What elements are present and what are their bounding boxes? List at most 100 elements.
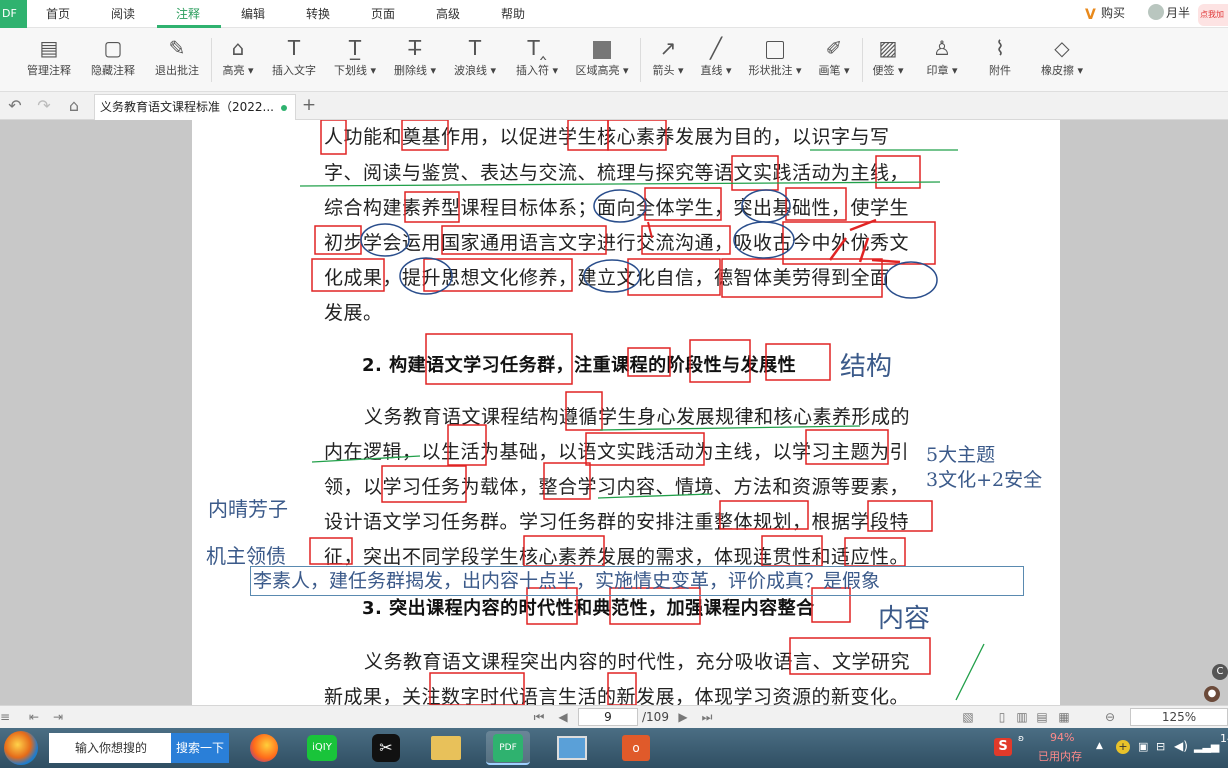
home-icon[interactable]: ⌂ [64,96,84,116]
promo-badge[interactable]: 点我加 [1198,4,1228,26]
next-view-icon[interactable]: ⇥ [50,709,66,725]
tool-wavy-line[interactable]: T 波浪线 ▾ [450,34,500,86]
tool-strikethrough[interactable]: T̶ 删除线 ▾ [390,34,440,86]
note-left-1[interactable]: 内晴芳子 [208,493,288,522]
menu-edit[interactable]: 编辑 [233,0,273,28]
text-line: 字、阅读与鉴赏、表达与交流、梳理与探究等语文实践活动为主线， [324,162,910,184]
zoom-level[interactable]: 125% [1130,708,1228,726]
undo-icon[interactable]: ↶ [5,96,25,116]
prev-view-icon[interactable]: ⇤ [26,709,42,725]
menu-convert[interactable]: 转换 [298,0,338,28]
menu-annotate[interactable]: 注释 [167,0,209,28]
double-page-icon[interactable]: ▥ [1014,709,1030,725]
unsaved-dot-icon [281,105,287,111]
sogou-ime-icon[interactable]: S [994,738,1012,756]
tool-underline[interactable]: T̲ 下划线 ▾ [330,34,380,86]
system-tray: S ʚ 94% 已用内存 ▲ + ▣ ⊟ ◀) ▂▃▅ 14 [990,728,1228,768]
tool-area-highlight[interactable]: 区域高亮 ▾ [572,34,632,86]
tray-device-icon[interactable]: ▣ [1138,740,1148,753]
photo-viewer-icon[interactable] [550,731,594,765]
menu-read[interactable]: 阅读 [103,0,143,28]
presentation-app-icon[interactable]: o [614,731,658,765]
tool-sticky-note[interactable]: ▨ 便签 ▾ [868,34,908,86]
section-heading: 2. 构建语文学习任务群，注重课程的阶段性与发展性 [362,355,797,376]
start-button[interactable] [4,731,38,765]
note-culture-safety[interactable]: 3文化+2安全 [926,465,1042,492]
note-left-2[interactable]: 机主领债 [206,540,286,569]
shape-icon [744,34,806,62]
ime-mode-icon[interactable]: ʚ [1018,734,1024,744]
side-tool-icon[interactable]: ● [1204,686,1220,702]
tool-attachment[interactable]: ⌇ 附件 [980,34,1020,86]
tray-plus-icon[interactable]: + [1116,740,1130,754]
volume-icon[interactable]: ◀) [1174,739,1188,753]
pdf-app-icon[interactable]: PDF [486,731,530,765]
tray-shield-icon[interactable]: ⊟ [1156,740,1165,753]
network-icon[interactable]: ▂▃▅ [1194,740,1219,753]
tool-stamp[interactable]: ♙ 印章 ▾ [920,34,964,86]
exit-comment-icon: ✎ [168,36,186,60]
note-themes[interactable]: 5大主题 [926,440,995,467]
book-view-icon[interactable]: ▦ [1056,709,1072,725]
text-line: 化成果，提升思想文化修养，建立文化自信，德智体美劳得到全面 [324,267,890,289]
document-viewport[interactable]: 人功能和奠基作用，以促进学生核心素养发展为目的，以识字与写 字、阅读与鉴赏、表达… [0,120,1228,705]
menu-bar: DF 首页 阅读 注释 编辑 转换 页面 高级 帮助 V 购买 月半 点我加 [0,0,1228,28]
highlight-icon: ⌂ [231,36,245,60]
clock[interactable]: 14 [1220,732,1228,745]
tool-eraser[interactable]: ◇ 橡皮擦 ▾ [1036,34,1088,86]
tool-caret[interactable]: T‸ 插入符 ▾ [510,34,564,86]
app-logo[interactable]: DF [0,0,27,28]
prev-page-icon[interactable]: ◀ [556,709,570,725]
menu-advanced[interactable]: 高级 [428,0,468,28]
file-explorer-icon[interactable] [424,731,468,765]
insert-text-icon: T [287,36,301,60]
side-c-icon[interactable]: C [1212,664,1228,680]
tray-expand-icon[interactable]: ▲ [1096,741,1103,751]
text-line: 领，以学习任务为载体，整合学习内容、情境、方法和资源等要素， [324,476,910,498]
sidebar-toggle-icon[interactable]: ≡ [0,709,10,725]
memory-percent: 94% [1050,731,1075,744]
tool-pen[interactable]: ✐ 画笔 ▾ [814,34,854,86]
tool-arrow[interactable]: ↗ 箭头 ▾ [648,34,688,86]
tool-line[interactable]: ╱ 直线 ▾ [696,34,736,86]
taskbar-search-button[interactable]: 搜索一下 [171,733,229,763]
single-page-icon[interactable]: ▯ [994,709,1010,725]
tool-manage-annotations[interactable]: ▤ 管理注释 [24,34,74,86]
next-page-icon[interactable]: ▶ [676,709,690,725]
summary-note[interactable]: 李素人，建任务群揭发，出内容十点半，实施情史变革，评价成真？是假象 [250,566,1024,596]
zoom-out-icon[interactable]: ⊖ [1102,709,1118,725]
continuous-icon[interactable]: ▤ [1034,709,1050,725]
fit-icon[interactable]: ▧ [960,709,976,725]
note-structure[interactable]: 结构 [840,346,892,383]
status-bar: ≡ ⇤ ⇥ ⏮ ◀ 9 /109 ▶ ⏭ ▧ ▯ ▥ ▤ ▦ ⊖ 125% [0,705,1228,728]
user-account[interactable]: 月半 [1148,3,1190,23]
tool-highlight[interactable]: ⌂ 高亮 ▾ [218,34,258,86]
toolbar-divider [862,38,863,82]
menu-page[interactable]: 页面 [363,0,403,28]
vip-icon: V [1085,7,1096,23]
vip-purchase-link[interactable]: V 购买 [1085,3,1125,23]
page-number-input[interactable]: 9 [578,708,638,726]
new-tab-icon[interactable]: + [299,95,319,115]
note-content[interactable]: 内容 [878,598,930,635]
taskbar: e 输入你想搜的 搜索一下 iQIY ✂ PDF o S ʚ 94% 已用内存 … [0,728,1228,768]
tab-document[interactable]: 义务教育语文课程标准（2022... [94,94,296,120]
menu-home[interactable]: 首页 [38,0,78,28]
redo-icon[interactable]: ↷ [34,96,54,116]
text-line: 发展。 [324,302,383,324]
annotation-toolbar: ▤ 管理注释 ▢ 隐藏注释 ✎ 退出批注 ⌂ 高亮 ▾ T 插入文字 T̲ 下划… [0,28,1228,92]
text-line: 综合构建素养型课程目标体系；面向全体学生，突出基础性，使学生 [324,197,910,219]
tool-exit-comment[interactable]: ✎ 退出批注 [152,34,202,86]
toolbar-divider [211,38,212,82]
iqiyi-icon[interactable]: iQIY [300,731,344,765]
tool-insert-text[interactable]: T 插入文字 [268,34,320,86]
taskbar-search-input[interactable]: 输入你想搜的 [49,733,171,763]
firefox-icon[interactable] [242,731,286,765]
tool-shape[interactable]: 形状批注 ▾ [744,34,806,86]
first-page-icon[interactable]: ⏮ [532,709,546,725]
capcut-icon[interactable]: ✂ [364,731,408,765]
area-highlight-icon [572,34,632,62]
tool-hide-annotations[interactable]: ▢ 隐藏注释 [88,34,138,86]
last-page-icon[interactable]: ⏭ [700,709,714,725]
menu-help[interactable]: 帮助 [493,0,533,28]
